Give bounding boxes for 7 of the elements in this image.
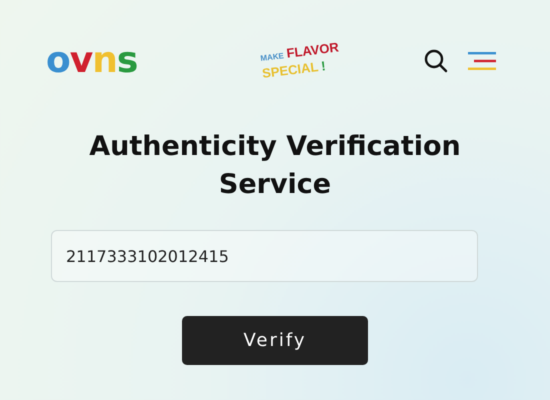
code-field[interactable]: 2117333102012415: [51, 230, 478, 282]
logo[interactable]: ovns: [46, 43, 140, 79]
menu-icon[interactable]: [468, 51, 496, 71]
search-icon[interactable]: [424, 49, 448, 73]
verify-button[interactable]: Verify: [182, 316, 368, 365]
page-title: Authenticity Verification Service: [88, 130, 462, 202]
slogan: MAKE FLAVOR SPECIAL !: [259, 39, 341, 83]
